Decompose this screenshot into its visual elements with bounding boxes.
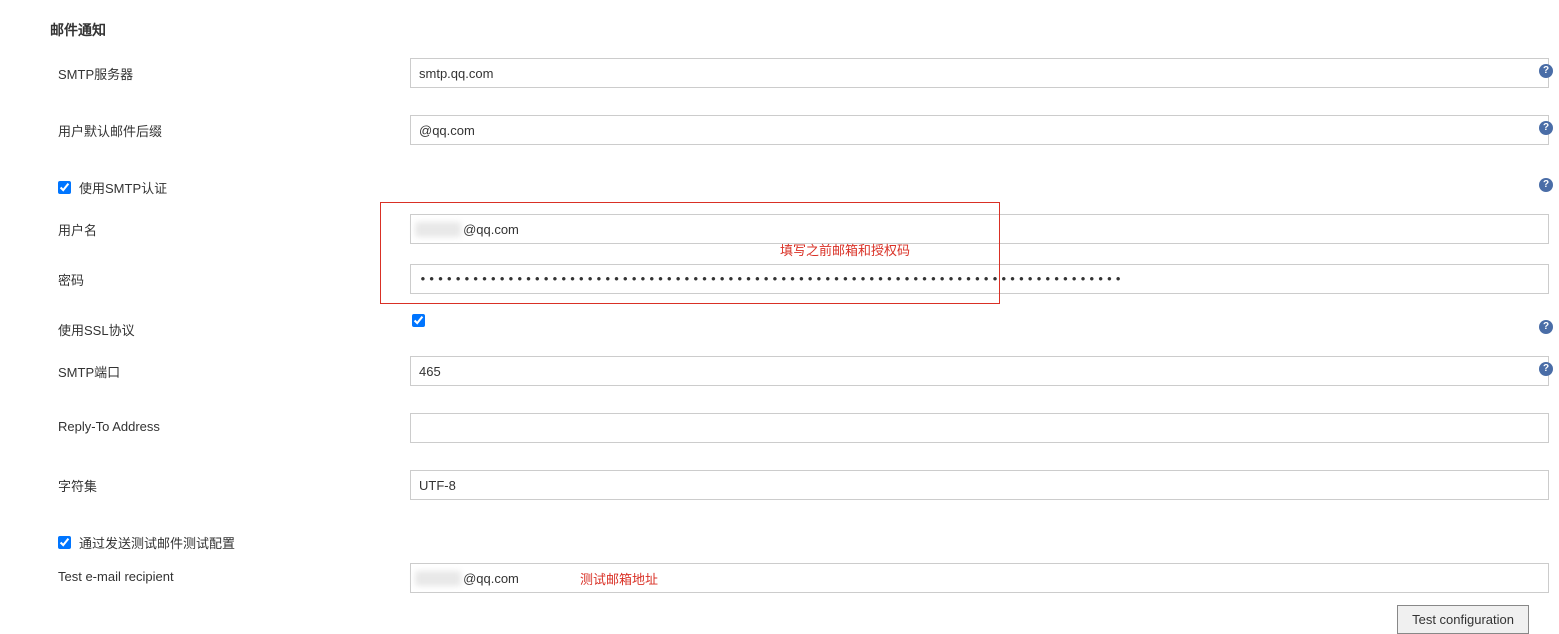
row-test-by-send: 通过发送测试邮件测试配置 [50, 527, 1549, 559]
row-username: 用户名 █████ @qq.com [50, 214, 1549, 246]
username-visible-suffix: @qq.com [463, 222, 519, 237]
input-test-recipient[interactable]: █████ @qq.com [410, 563, 1549, 593]
help-icon[interactable]: ? [1539, 320, 1553, 334]
label-use-ssl: 使用SSL协议 [50, 314, 410, 339]
password-value: ••••••••••••••••••••••••••••••••••••••••… [411, 265, 1548, 293]
input-reply-to[interactable] [410, 413, 1549, 443]
checkbox-test-by-send[interactable] [58, 536, 71, 549]
help-icon[interactable]: ? [1539, 64, 1553, 78]
checkbox-use-ssl[interactable] [412, 314, 425, 327]
label-default-suffix: 用户默认邮件后缀 [50, 115, 410, 140]
label-smtp-port: SMTP端口 [50, 356, 410, 381]
username-masked-part: █████ [415, 222, 461, 237]
help-icon[interactable]: ? [1539, 178, 1553, 192]
row-test-recipient: Test e-mail recipient █████ @qq.com [50, 563, 1549, 595]
input-smtp-server[interactable] [410, 58, 1549, 88]
label-smtp-server: SMTP服务器 [50, 58, 410, 83]
input-password[interactable]: ••••••••••••••••••••••••••••••••••••••••… [410, 264, 1549, 294]
row-use-smtp-auth: 使用SMTP认证 ? [50, 172, 1549, 204]
section-title-email-notification: 邮件通知 [50, 20, 1549, 40]
label-test-recipient: Test e-mail recipient [50, 563, 410, 584]
label-test-by-send: 通过发送测试邮件测试配置 [79, 533, 235, 552]
label-charset: 字符集 [50, 470, 410, 495]
row-reply-to: Reply-To Address [50, 413, 1549, 445]
input-username[interactable]: █████ @qq.com [410, 214, 1549, 244]
label-use-smtp-auth: 使用SMTP认证 [79, 178, 167, 197]
checkbox-use-smtp-auth[interactable] [58, 181, 71, 194]
help-icon[interactable]: ? [1539, 121, 1553, 135]
label-username: 用户名 [50, 214, 410, 239]
help-icon[interactable]: ? [1539, 362, 1553, 376]
row-password: 密码 •••••••••••••••••••••••••••••••••••••… [50, 264, 1549, 296]
label-password: 密码 [50, 264, 410, 289]
input-default-suffix[interactable] [410, 115, 1549, 145]
row-default-suffix: 用户默认邮件后缀 ? [50, 115, 1549, 147]
input-smtp-port[interactable] [410, 356, 1549, 386]
test-recipient-masked-part: █████ [415, 571, 461, 586]
test-recipient-visible-suffix: @qq.com [463, 571, 519, 586]
row-use-ssl: 使用SSL协议 ? [50, 314, 1549, 346]
test-configuration-button[interactable]: Test configuration [1397, 605, 1529, 634]
row-smtp-server: SMTP服务器 ? [50, 58, 1549, 90]
input-charset[interactable] [410, 470, 1549, 500]
row-smtp-port: SMTP端口 ? [50, 356, 1549, 388]
row-charset: 字符集 [50, 470, 1549, 502]
label-reply-to: Reply-To Address [50, 413, 410, 434]
